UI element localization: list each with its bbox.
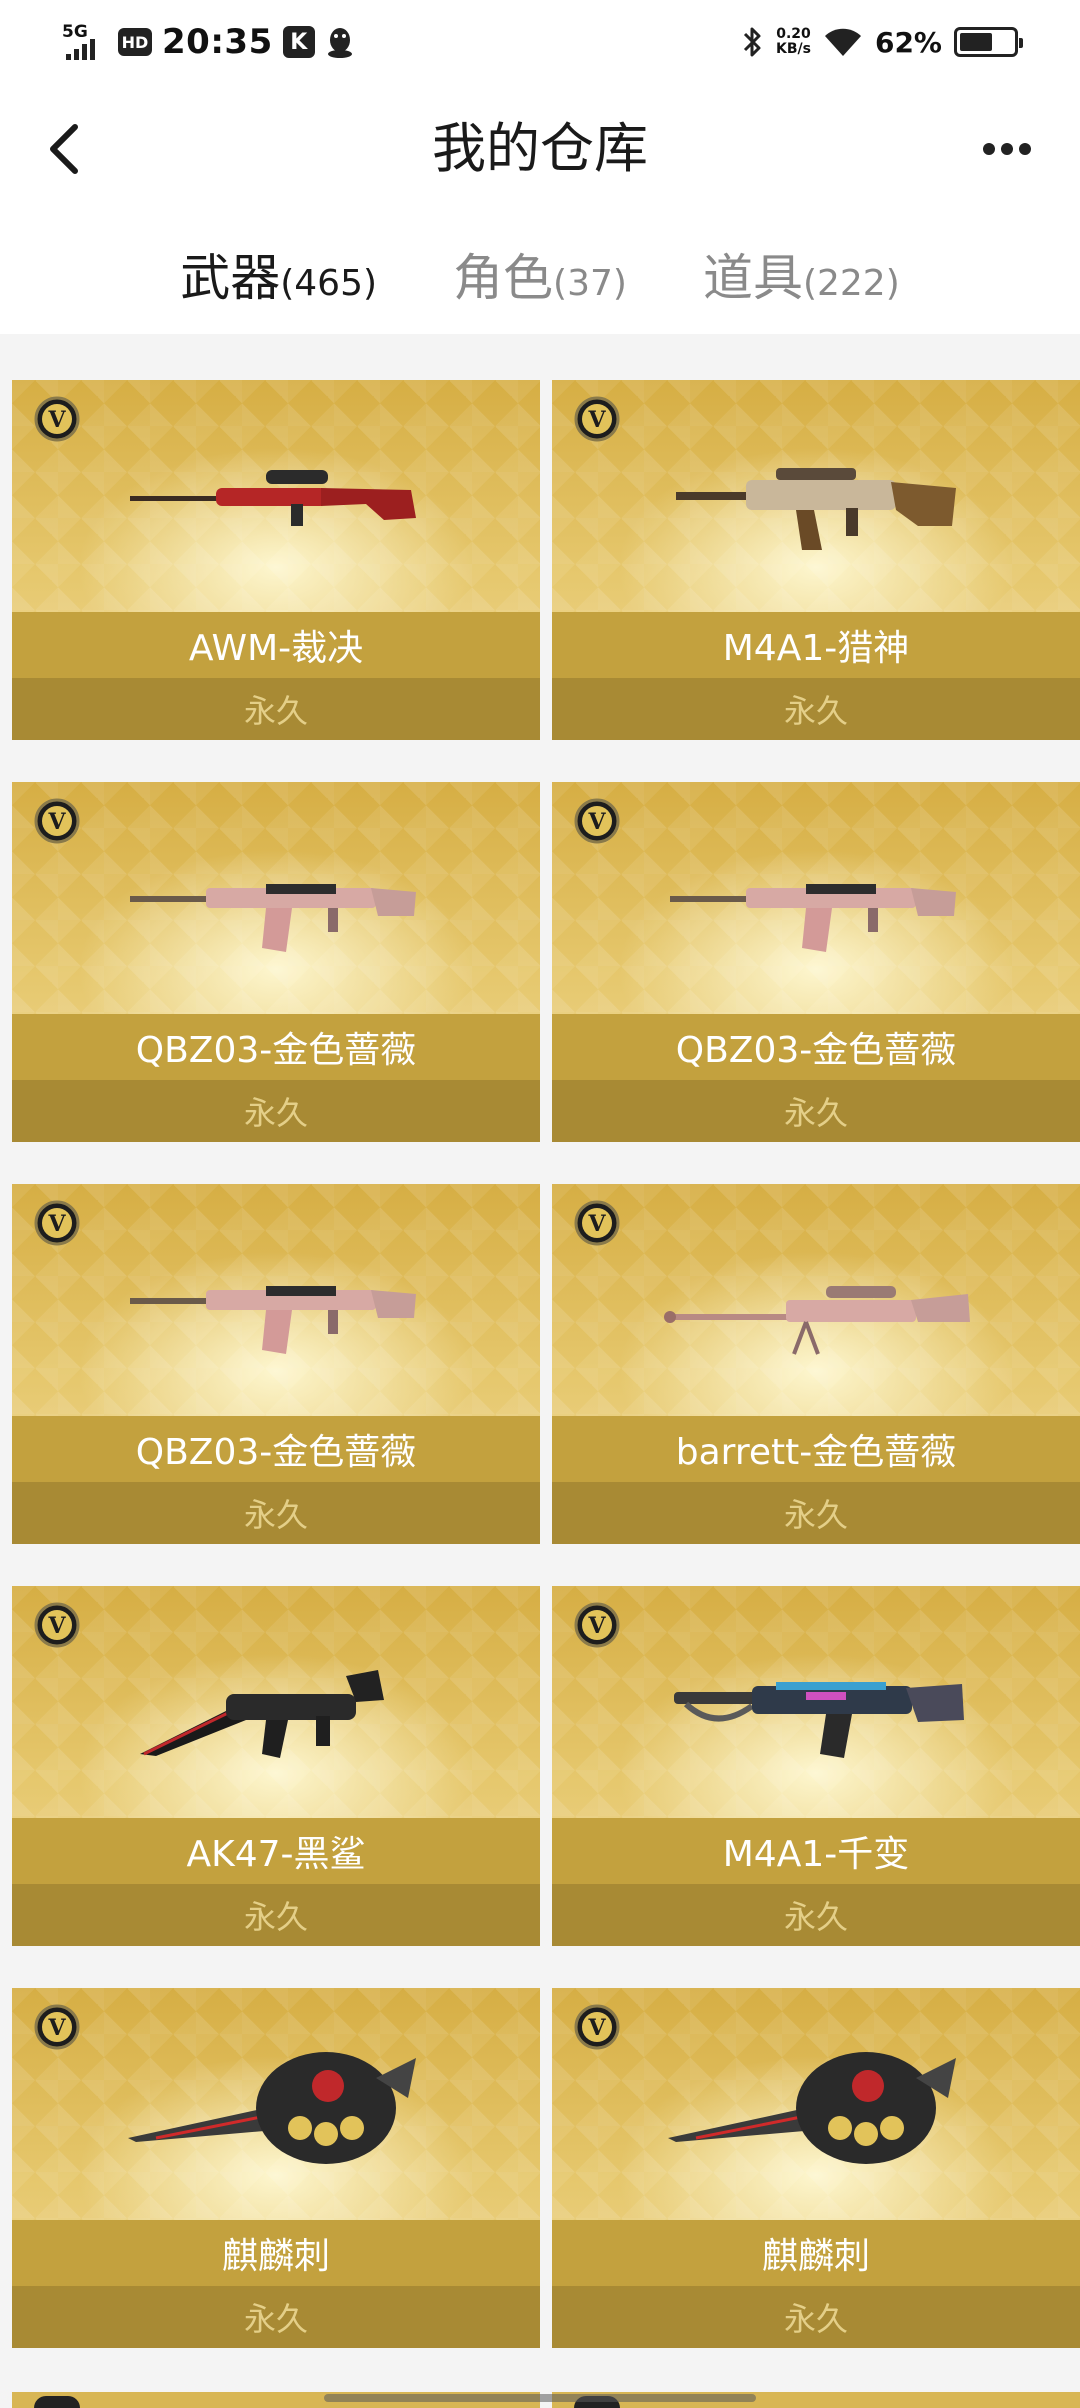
clock: 20:35 [162, 22, 273, 62]
item-card[interactable]: V AWM-裁决 永久 [12, 380, 540, 740]
tab-label: 角色 [453, 249, 554, 307]
item-duration: 永久 [552, 1482, 1080, 1544]
svg-text:V: V [47, 1613, 66, 1639]
battery-icon [954, 27, 1023, 57]
home-indicator[interactable] [324, 2394, 756, 2402]
item-card[interactable]: V 麒麟刺 永久 [552, 1988, 1080, 2348]
item-name: M4A1-千变 [552, 1818, 1080, 1884]
vip-badge-icon: V [34, 1602, 80, 1648]
bluetooth-icon [743, 27, 761, 57]
item-duration: 永久 [12, 1884, 540, 1946]
tab-props[interactable]: 道具 (222) [703, 238, 900, 310]
item-card[interactable]: V M4A1-猎神 永久 [552, 380, 1080, 740]
tab-label: 道具 [702, 249, 803, 307]
assault-rifle-icon [674, 1682, 964, 1758]
item-grid: V AWM-裁决 永久 V M4A1-猎神 永久 V QBZ03-金色蔷薇 永久… [12, 380, 1080, 2348]
item-duration: 永久 [12, 678, 540, 740]
svg-text:V: V [587, 809, 606, 835]
item-card[interactable]: V M4A1-千变 永久 [552, 1586, 1080, 1946]
item-name: QBZ03-金色蔷薇 [552, 1014, 1080, 1080]
knuckle-knife-icon [128, 2052, 416, 2164]
item-card[interactable]: V 麒麟刺 永久 [12, 1988, 540, 2348]
item-duration: 永久 [12, 1482, 540, 1544]
item-duration: 永久 [12, 2286, 540, 2348]
vip-badge-icon: V [574, 798, 620, 844]
signal-icon: 5G [62, 22, 108, 62]
sniper-rifle-icon [130, 470, 416, 526]
item-duration: 永久 [12, 1080, 540, 1142]
knuckle-knife-icon [668, 2052, 956, 2164]
more-dot-icon [983, 143, 995, 155]
svg-text:V: V [587, 407, 606, 433]
assault-rifle-icon [676, 468, 956, 550]
item-name: M4A1-猎神 [552, 612, 1080, 678]
network-speed: 0.20 KB/s [776, 27, 811, 57]
item-duration: 永久 [552, 678, 1080, 740]
item-name: 麒麟刺 [12, 2220, 540, 2286]
item-card[interactable]: V AK47-黑鲨 永久 [12, 1586, 540, 1946]
vip-badge-icon: V [574, 2004, 620, 2050]
item-card[interactable]: V QBZ03-金色蔷薇 永久 [12, 782, 540, 1142]
assault-rifle-icon [670, 884, 956, 952]
item-name: AWM-裁决 [12, 612, 540, 678]
tab-count: (465) [280, 263, 378, 304]
qq-penguin-icon [327, 28, 352, 58]
more-dot-icon [1001, 143, 1013, 155]
vip-badge-icon: V [34, 2004, 80, 2050]
item-duration: 永久 [552, 1884, 1080, 1946]
svg-text:V: V [47, 407, 66, 433]
category-tabs: 武器 (465) 角色 (37) 道具 (222) [0, 214, 1080, 334]
svg-text:V: V [587, 2015, 606, 2041]
vip-badge-icon: V [574, 1200, 620, 1246]
page-title: 我的仓库 [432, 117, 648, 180]
item-name: barrett-金色蔷薇 [552, 1416, 1080, 1482]
tab-characters[interactable]: 角色 (37) [453, 238, 627, 310]
speed-unit: KB/s [776, 41, 811, 57]
more-dot-icon [1019, 143, 1031, 155]
tab-count: (37) [553, 263, 627, 304]
vip-badge-icon: V [574, 396, 620, 442]
vip-badge-icon [34, 2396, 80, 2408]
heavy-sniper-icon [664, 1286, 970, 1355]
item-card[interactable]: V barrett-金色蔷薇 永久 [552, 1184, 1080, 1544]
item-card[interactable]: V QBZ03-金色蔷薇 永久 [12, 1184, 540, 1544]
status-bar: 5G HD 20:35 K 0.20 KB/s 62% [0, 0, 1080, 84]
item-name: AK47-黑鲨 [12, 1818, 540, 1884]
svg-text:V: V [587, 1211, 606, 1237]
hd-icon: HD [118, 28, 152, 56]
vip-badge-icon: V [34, 798, 80, 844]
more-options-button[interactable] [962, 114, 1052, 184]
svg-text:V: V [47, 2015, 66, 2041]
vip-badge-icon: V [34, 396, 80, 442]
battery-percent: 62% [874, 25, 942, 59]
item-card[interactable]: V QBZ03-金色蔷薇 永久 [552, 782, 1080, 1142]
assault-rifle-icon [140, 1670, 384, 1758]
item-name: QBZ03-金色蔷薇 [12, 1416, 540, 1482]
k-app-icon: K [282, 26, 315, 58]
vip-badge-icon: V [34, 1200, 80, 1246]
speed-value: 0.20 [776, 26, 811, 42]
wifi-icon [824, 28, 861, 56]
assault-rifle-icon [130, 1286, 416, 1354]
item-name: 麒麟刺 [552, 2220, 1080, 2286]
svg-text:V: V [47, 809, 66, 835]
tab-count: (222) [802, 263, 900, 304]
assault-rifle-icon [130, 884, 416, 952]
svg-text:V: V [47, 1211, 66, 1237]
tab-label: 武器 [180, 249, 281, 307]
item-duration: 永久 [552, 1080, 1080, 1142]
svg-text:V: V [587, 1613, 606, 1639]
navigation-bar: 我的仓库 [0, 84, 1080, 215]
item-duration: 永久 [552, 2286, 1080, 2348]
item-name: QBZ03-金色蔷薇 [12, 1014, 540, 1080]
tab-weapons[interactable]: 武器 (465) [180, 238, 377, 310]
vip-badge-icon: V [574, 1602, 620, 1648]
